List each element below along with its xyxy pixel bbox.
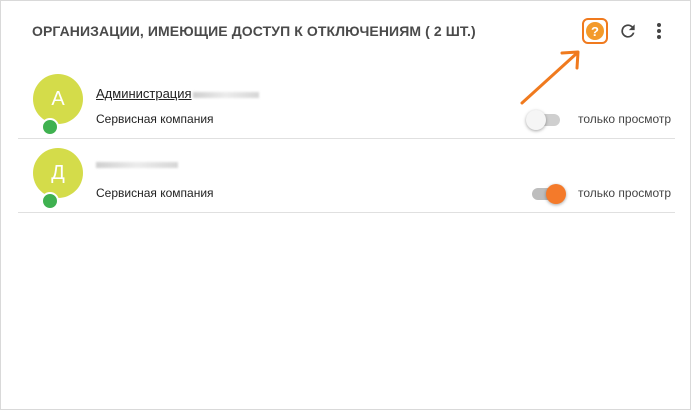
toggle-label: только просмотр (578, 112, 672, 126)
list-item: Д Сервисная компания только просмотр (18, 138, 675, 213)
avatar: А (33, 74, 83, 124)
toggle-label: только просмотр (578, 186, 672, 200)
organization-type: Сервисная компания (96, 112, 214, 126)
redacted-text (192, 91, 259, 98)
panel-title: ОРГАНИЗАЦИИ, ИМЕЮЩИЕ ДОСТУП К ОТКЛЮЧЕНИЯ… (32, 23, 476, 39)
help-icon: ? (586, 22, 604, 40)
organization-name[interactable]: Администрация (96, 86, 259, 101)
toggle-knob (546, 184, 566, 204)
avatar: Д (33, 148, 83, 198)
organization-type: Сервисная компания (96, 186, 214, 200)
view-only-toggle[interactable] (530, 183, 566, 204)
toggle-knob (526, 110, 546, 130)
redacted-organization-name[interactable] (96, 162, 178, 168)
status-indicator (41, 192, 59, 210)
avatar-initial: Д (51, 161, 65, 184)
more-vertical-icon[interactable] (652, 21, 666, 41)
list-item: А Администрация Сервисная компания тольк… (18, 64, 675, 139)
avatar-initial: А (51, 87, 65, 110)
status-indicator (41, 118, 59, 136)
refresh-icon[interactable] (618, 21, 638, 41)
organizations-panel: ОРГАНИЗАЦИИ, ИМЕЮЩИЕ ДОСТУП К ОТКЛЮЧЕНИЯ… (0, 0, 691, 410)
view-only-toggle[interactable] (526, 109, 562, 130)
